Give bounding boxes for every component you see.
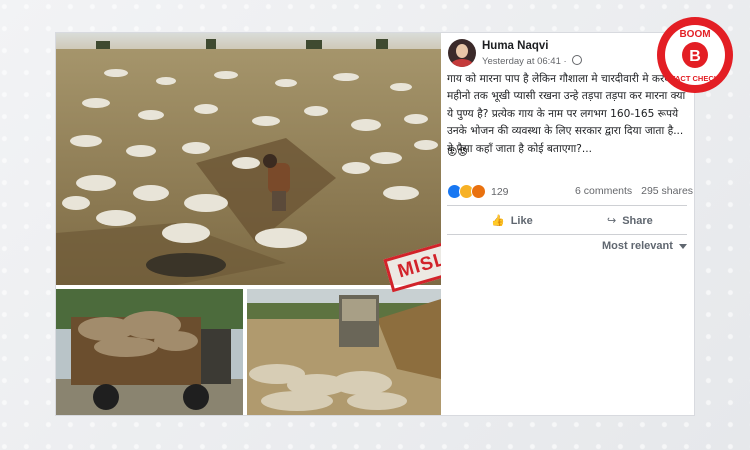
author-name[interactable]: Huma Naqvi bbox=[482, 40, 548, 52]
share-arrow-icon: ↪ bbox=[607, 215, 617, 227]
globe-icon bbox=[572, 55, 583, 65]
angry-reaction-icon bbox=[471, 184, 486, 200]
photo-collage: MISLEADING bbox=[56, 33, 539, 415]
share-button[interactable]: ↪ Share bbox=[607, 214, 653, 227]
reactions-bar[interactable]: 129 bbox=[447, 183, 509, 200]
comment-sort-dropdown[interactable]: Most relevant bbox=[602, 240, 687, 252]
engagement-counts: 6 comments 295 shares bbox=[569, 185, 693, 197]
comments-count[interactable]: 6 comments bbox=[575, 185, 632, 197]
divider bbox=[447, 234, 687, 235]
post-timestamp[interactable]: Yesterday at 06:41 · bbox=[482, 55, 583, 67]
angry-emoji: 😡😡 bbox=[447, 147, 468, 158]
post-text: गाय को मारना पाप है लेकिन गौशाला मे चारद… bbox=[447, 73, 686, 155]
action-bar: 👍 Like ↪ Share bbox=[441, 211, 694, 233]
boom-logo-top: BOOM bbox=[679, 29, 710, 40]
photo-dead-cattle-field[interactable] bbox=[56, 33, 441, 285]
divider bbox=[447, 205, 687, 206]
like-button[interactable]: 👍 Like bbox=[491, 214, 533, 227]
boom-logo-letter: B bbox=[689, 48, 701, 65]
boom-logo-bottom: FACT CHECK bbox=[671, 74, 720, 83]
boom-fact-check-logo: B BOOM FACT CHECK bbox=[657, 17, 733, 93]
photo-truck-with-carcasses[interactable] bbox=[56, 289, 243, 415]
post-card: MISLEADING Huma Naqvi Yesterday at 06:41… bbox=[56, 33, 694, 415]
chevron-down-icon bbox=[678, 243, 687, 249]
reactions-count: 129 bbox=[491, 185, 509, 198]
avatar[interactable] bbox=[448, 39, 476, 67]
shares-count[interactable]: 295 shares bbox=[641, 185, 693, 197]
thumbs-up-icon: 👍 bbox=[491, 215, 505, 227]
photo-dumped-carcasses[interactable] bbox=[247, 289, 441, 415]
